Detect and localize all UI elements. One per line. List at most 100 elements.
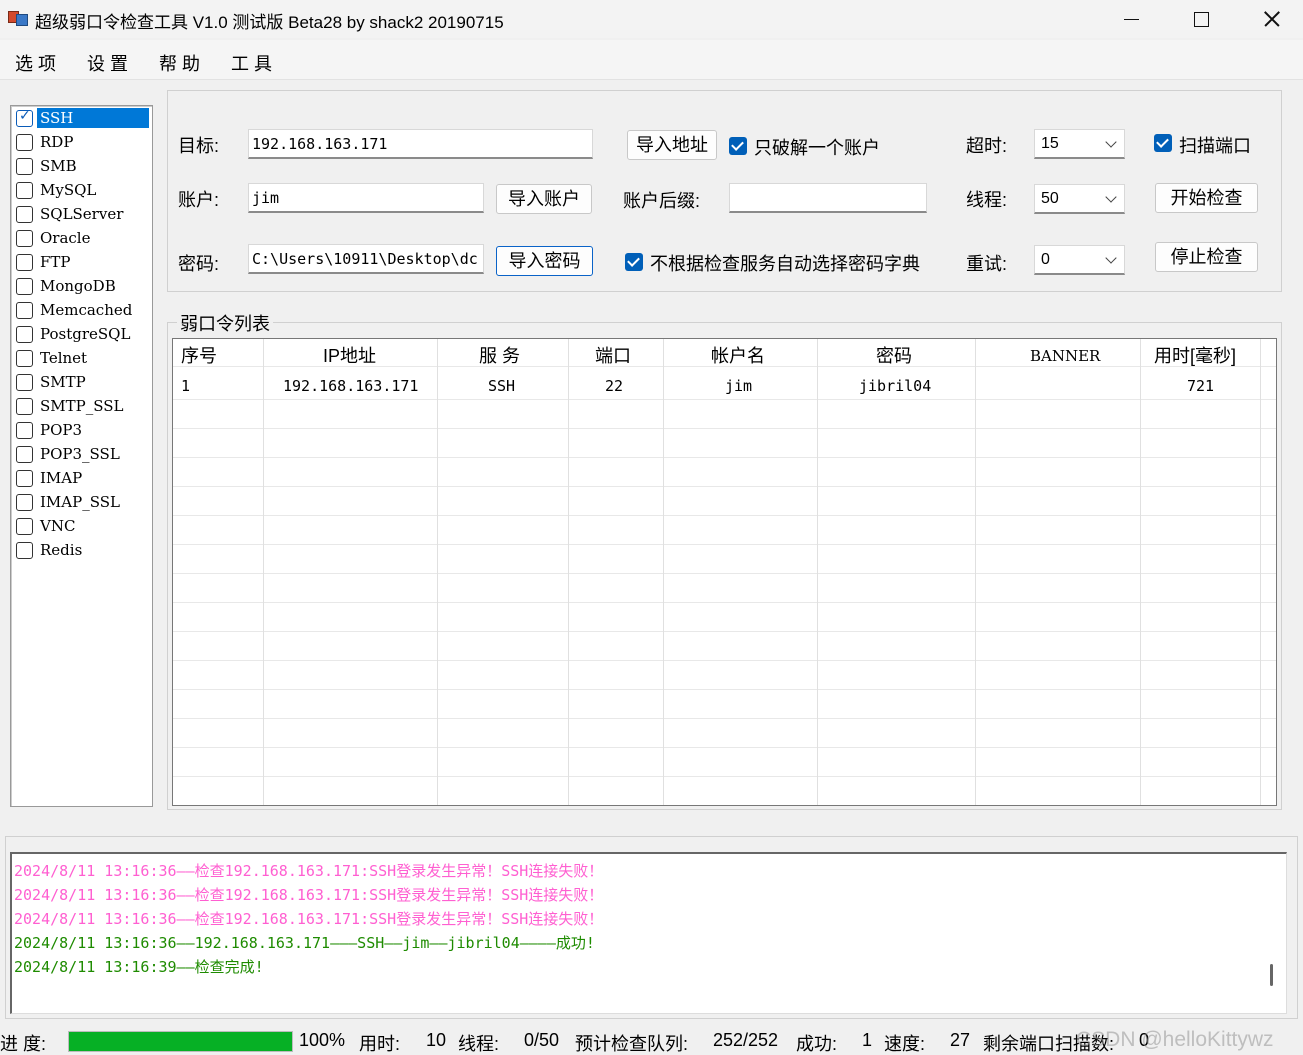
- protocol-label: SMTP: [40, 373, 86, 391]
- threads-select[interactable]: 50: [1034, 184, 1125, 214]
- timeout-value: 15: [1041, 135, 1059, 152]
- results-group-title: 弱口令列表: [177, 310, 273, 336]
- timeout-select[interactable]: 15: [1034, 129, 1125, 159]
- protocol-item-ssh[interactable]: ✓ SSH: [13, 107, 151, 129]
- time-value: 10: [426, 1030, 447, 1050]
- no-auto-dict-checkbox[interactable]: [625, 253, 643, 271]
- col-header-time[interactable]: 用时[毫秒]: [1154, 339, 1236, 371]
- protocol-label: SMB: [40, 157, 77, 175]
- protocol-item-sqlserver[interactable]: SQLServer: [13, 203, 151, 225]
- protocol-item-imap[interactable]: IMAP: [13, 467, 151, 489]
- log-line: 2024/8/11 13:16:36——192.168.163.171———SS…: [14, 934, 595, 952]
- results-table[interactable]: 序号 IP地址 服 务 端口 帐户名 密码 BANNER 用时[毫秒] 1 19…: [172, 338, 1277, 806]
- table-row-cell-port: 22: [605, 377, 624, 395]
- success-value: 1: [862, 1030, 873, 1050]
- protocol-checkbox[interactable]: [16, 278, 33, 295]
- protocol-checkbox[interactable]: [16, 422, 33, 439]
- table-row-cell-index: 1: [181, 377, 191, 395]
- protocol-label: MySQL: [40, 181, 97, 199]
- col-header-banner[interactable]: BANNER: [1030, 339, 1100, 371]
- col-header-ip[interactable]: IP地址: [323, 339, 376, 371]
- protocol-checkbox[interactable]: [16, 374, 33, 391]
- protocol-checkbox[interactable]: [16, 230, 33, 247]
- protocol-item-rdp[interactable]: RDP: [13, 131, 151, 153]
- target-input[interactable]: 192.168.163.171: [248, 129, 593, 159]
- col-divider: [663, 339, 664, 805]
- protocol-checkbox[interactable]: [16, 350, 33, 367]
- start-check-button[interactable]: 开始检查: [1155, 183, 1258, 213]
- import-address-button[interactable]: 导入地址: [627, 130, 717, 160]
- password-input[interactable]: C:\Users\10911\Desktop\dc: [248, 244, 484, 274]
- chevron-down-icon: [1105, 136, 1117, 148]
- only-one-account-checkbox[interactable]: [729, 137, 747, 155]
- account-input[interactable]: jim: [248, 183, 484, 213]
- account-label: 账户:: [178, 190, 220, 210]
- import-password-button[interactable]: 导入密码: [496, 246, 593, 276]
- password-label: 密码:: [178, 254, 220, 274]
- protocol-checkbox[interactable]: [16, 302, 33, 319]
- protocol-item-postgresql[interactable]: PostgreSQL: [13, 323, 151, 345]
- protocol-checkbox[interactable]: [16, 494, 33, 511]
- col-divider: [1140, 339, 1141, 805]
- protocol-checkbox[interactable]: [16, 254, 33, 271]
- scan-port-checkbox[interactable]: [1154, 134, 1172, 152]
- protocol-item-ftp[interactable]: FTP: [13, 251, 151, 273]
- protocol-item-redis[interactable]: Redis: [13, 539, 151, 561]
- table-row-cell-ip: 192.168.163.171: [283, 377, 419, 395]
- protocol-checkbox[interactable]: [16, 158, 33, 175]
- protocol-label: Oracle: [40, 229, 91, 247]
- protocol-checkbox[interactable]: ✓: [16, 108, 33, 127]
- stop-check-button[interactable]: 停止检查: [1155, 242, 1258, 272]
- no-auto-dict-label: 不根据检查服务自动选择密码字典: [650, 254, 920, 274]
- protocol-item-mongodb[interactable]: MongoDB: [13, 275, 151, 297]
- protocol-checkbox[interactable]: [16, 518, 33, 535]
- minimize-button[interactable]: [1097, 0, 1167, 38]
- success-label: 成功:: [796, 1034, 838, 1054]
- protocol-item-smtp_ssl[interactable]: SMTP_SSL: [13, 395, 151, 417]
- menu-settings[interactable]: 设置: [87, 50, 133, 76]
- protocol-item-oracle[interactable]: Oracle: [13, 227, 151, 249]
- protocol-checkbox[interactable]: [16, 542, 33, 559]
- protocol-checkbox[interactable]: [16, 182, 33, 199]
- protocol-label: FTP: [40, 253, 71, 271]
- import-account-button[interactable]: 导入账户: [496, 184, 592, 214]
- protocol-checkbox[interactable]: [16, 446, 33, 463]
- protocol-item-telnet[interactable]: Telnet: [13, 347, 151, 369]
- protocol-item-imap_ssl[interactable]: IMAP_SSL: [13, 491, 151, 513]
- log-textarea[interactable]: 2024/8/11 13:16:36——检查192.168.163.171:SS…: [10, 852, 1287, 1014]
- protocol-item-smtp[interactable]: SMTP: [13, 371, 151, 393]
- col-divider: [437, 339, 438, 805]
- protocol-checkbox[interactable]: [16, 470, 33, 487]
- col-header-port[interactable]: 端口: [595, 339, 631, 371]
- protocol-checkbox[interactable]: [16, 134, 33, 151]
- threads-label: 线程:: [966, 190, 1008, 210]
- protocol-item-mysql[interactable]: MySQL: [13, 179, 151, 201]
- protocol-item-pop3[interactable]: POP3: [13, 419, 151, 441]
- progress-bar-fill: [69, 1032, 292, 1051]
- status-bar: 进 度: 100% 用时: 10 线程: 0/50 预计检查队列: 252/25…: [0, 1028, 1303, 1055]
- account-suffix-input[interactable]: [729, 183, 927, 213]
- table-row-cell-password: jibril04: [859, 377, 932, 395]
- protocol-label: POP3: [40, 421, 83, 439]
- chevron-down-icon: [1105, 191, 1117, 203]
- menu-tools[interactable]: 工具: [231, 50, 277, 76]
- col-header-service[interactable]: 服 务: [479, 339, 520, 371]
- retry-select[interactable]: 0: [1034, 245, 1125, 275]
- close-button[interactable]: [1236, 0, 1303, 38]
- protocol-checkbox[interactable]: [16, 398, 33, 415]
- col-header-account[interactable]: 帐户名: [711, 339, 765, 371]
- protocol-checkbox[interactable]: [16, 326, 33, 343]
- log-scrollbar-thumb[interactable]: [1270, 964, 1273, 986]
- protocol-item-vnc[interactable]: VNC: [13, 515, 151, 537]
- col-header-index[interactable]: 序号: [181, 339, 217, 371]
- protocol-item-pop3_ssl[interactable]: POP3_SSL: [13, 443, 151, 465]
- protocol-item-memcached[interactable]: Memcached: [13, 299, 151, 321]
- time-label: 用时:: [359, 1034, 401, 1054]
- maximize-button[interactable]: [1166, 0, 1236, 38]
- menu-help[interactable]: 帮助: [159, 50, 205, 76]
- protocol-item-smb[interactable]: SMB: [13, 155, 151, 177]
- col-header-password[interactable]: 密码: [876, 339, 912, 371]
- menu-options[interactable]: 选项: [15, 50, 61, 76]
- protocol-label: VNC: [40, 517, 76, 535]
- protocol-checkbox[interactable]: [16, 206, 33, 223]
